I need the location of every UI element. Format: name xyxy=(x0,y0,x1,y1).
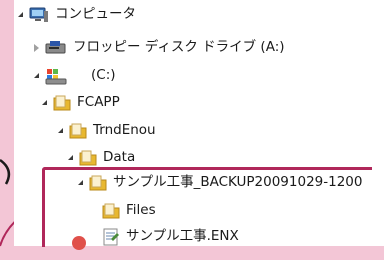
tree-item-label: Files xyxy=(126,201,156,218)
tree-item-label: フロッピー ディスク ドライブ (A:) xyxy=(73,38,285,55)
marker-dot xyxy=(72,236,86,250)
expand-arrow-icon[interactable] xyxy=(78,180,83,185)
computer-icon xyxy=(29,7,49,23)
folder-icon xyxy=(79,150,97,166)
folder-tree-panel: コンピュータ フロッピー ディスク ドライブ (A:) (C:) FCAPP T… xyxy=(14,0,384,246)
tree-item-label: コンピュータ xyxy=(55,5,136,22)
tree-item-backup[interactable]: サンプル工事_BACKUP20091029-1200 xyxy=(78,170,384,195)
tree-item-label: TrndEnou xyxy=(93,121,156,138)
folder-icon xyxy=(69,123,87,139)
expand-arrow-icon[interactable] xyxy=(34,73,39,78)
tree-item-computer[interactable]: コンピュータ xyxy=(18,2,384,27)
folder-icon xyxy=(102,203,120,219)
expand-arrow-icon[interactable] xyxy=(68,155,73,160)
tree-item-fcapp[interactable]: FCAPP xyxy=(42,90,384,115)
tree-item-label: サンプル工事_BACKUP20091029-1200 xyxy=(113,173,363,190)
tree-item-floppy[interactable]: フロッピー ディスク ドライブ (A:) xyxy=(34,35,384,60)
expand-arrow-icon[interactable] xyxy=(58,128,63,133)
tree-item-files[interactable]: Files xyxy=(102,198,384,223)
tree-item-label: Data xyxy=(103,148,136,165)
tree-item-trndenou[interactable]: TrndEnou xyxy=(58,118,384,143)
expand-arrow-icon[interactable] xyxy=(18,12,23,17)
expand-arrow-icon[interactable] xyxy=(42,100,47,105)
tree-item-data[interactable]: Data xyxy=(68,145,384,170)
collapse-arrow-icon[interactable] xyxy=(34,43,39,52)
floppy-drive-icon xyxy=(45,40,67,56)
tree-item-label: サンプル工事.ENX xyxy=(126,227,239,244)
folder-icon xyxy=(53,95,71,111)
document-icon xyxy=(102,228,120,246)
tree-item-enx-file[interactable]: サンプル工事.ENX xyxy=(102,224,384,246)
hard-drive-icon xyxy=(45,67,85,85)
folder-icon xyxy=(89,175,107,191)
tree-item-label: FCAPP xyxy=(77,93,120,110)
tree-item-label: (C:) xyxy=(91,66,116,83)
tree-item-c-drive[interactable]: (C:) xyxy=(34,63,384,88)
